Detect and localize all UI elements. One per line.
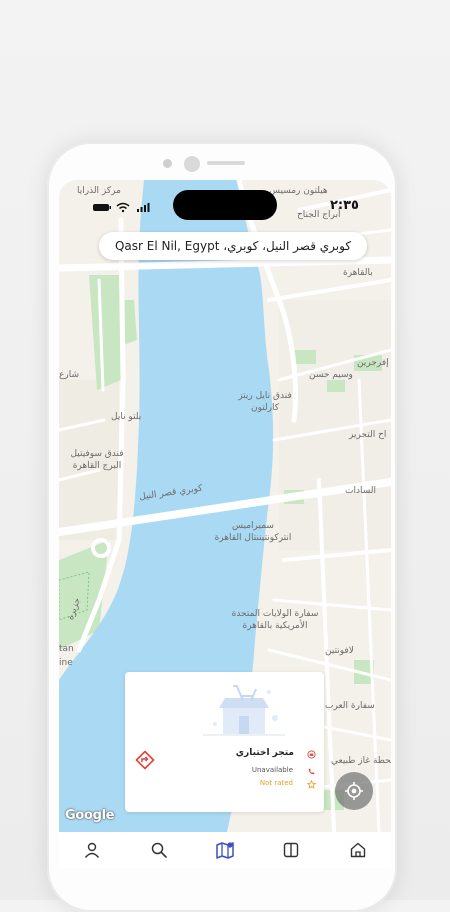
map-label: اح التحرير (349, 430, 387, 440)
map-label: سفارة العرب (325, 701, 375, 711)
map-label: لافونتين (325, 646, 354, 656)
phone-speaker (207, 161, 245, 165)
app-screen: هيلتون رمسيس أبراج الجناح بالقاهرة مركز … (59, 180, 391, 832)
nav-home[interactable] (346, 838, 370, 862)
map-label: محطة غاز طبيعي (331, 756, 391, 766)
map-icon (216, 842, 234, 859)
nav-catalog[interactable] (279, 838, 303, 862)
nav-map[interactable] (213, 838, 237, 862)
nav-profile[interactable] (80, 838, 104, 862)
store-name: متجر اختباري (235, 748, 294, 758)
search-icon (151, 842, 167, 858)
store-icon (307, 750, 316, 759)
nav-search[interactable] (147, 838, 171, 862)
map-label: بلتو نايل (111, 412, 142, 422)
map-label: بالقاهرة (343, 268, 373, 278)
camera-notch (173, 190, 277, 220)
status-icons (93, 202, 150, 213)
phone-icon (308, 768, 315, 775)
store-illustration (203, 685, 285, 736)
person-icon (85, 842, 100, 858)
phone-camera (184, 156, 200, 172)
directions-icon[interactable] (135, 750, 155, 770)
store-status: Unavailable (251, 766, 293, 774)
map-label: ine (59, 658, 73, 668)
map-label: السادات (345, 486, 376, 496)
home-icon (350, 842, 365, 858)
map-label: وسيم حسن (309, 370, 353, 380)
store-card[interactable]: متجر اختباري Unavailable Not rated (125, 672, 324, 812)
map-label: سميراميس انتركونتيننتال القاهرة (214, 521, 292, 543)
map-label: فندق نايل ريتز كارلتون (238, 391, 292, 413)
book-icon (284, 842, 299, 858)
map-label: tan (59, 644, 74, 654)
crosshair-icon (345, 782, 363, 800)
map-label: شارع (59, 370, 79, 380)
map-label: فندق سوفيتيل البرج القاهرة (70, 449, 124, 471)
map-label: هيلتون رمسيس (269, 186, 328, 196)
star-icon (307, 780, 316, 789)
location-text: كوبري قصر النيل، كوبري، Qasr El Nil, Egy… (114, 239, 352, 253)
google-logo: Google (65, 808, 115, 823)
phone-sensor-dot (163, 159, 172, 168)
map-label: سفارة الولايات المتحدة الأمريكية بالقاهر… (231, 609, 319, 631)
map-label: إفرجرين (357, 358, 389, 368)
my-location-button[interactable] (335, 772, 373, 810)
wifi-icon (116, 202, 130, 207)
bottom-nav-bar (59, 832, 391, 868)
map-label: مركز الذرايا (77, 186, 121, 196)
status-time: ٢:٣٥ (329, 198, 359, 213)
store-rating: Not rated (259, 779, 293, 787)
location-search-bar[interactable]: كوبري قصر النيل، كوبري، Qasr El Nil, Egy… (99, 232, 367, 260)
